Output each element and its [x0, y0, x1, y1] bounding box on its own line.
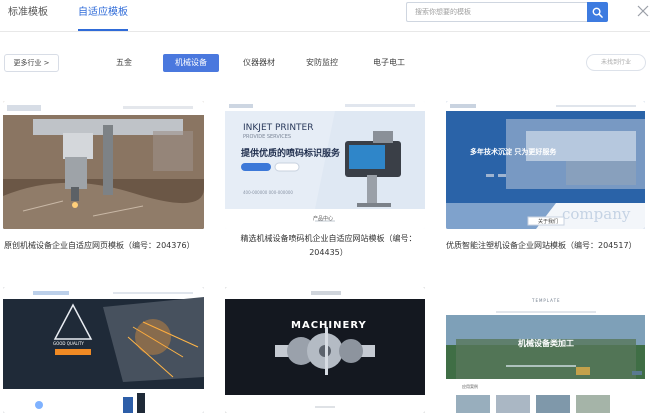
preview-phone: 400-000000 000-000000	[243, 190, 293, 195]
template-preview[interactable]: 多年技术沉淀 只为更好服务 company 关于我们	[446, 101, 645, 229]
template-preview[interactable]: INKJET PRINTER PROVIDE SERVICES 提供优质的喷码标…	[225, 101, 425, 229]
preview-headline: 提供优质的喷码标识服务	[241, 149, 341, 159]
tab-standard-templates[interactable]: 标准模板	[8, 7, 48, 31]
search-input[interactable]	[406, 2, 587, 22]
category-hardware[interactable]: 五金	[104, 54, 144, 72]
search-button[interactable]	[587, 2, 608, 22]
more-industries-button[interactable]: 更多行业 >	[4, 54, 59, 72]
preview-headline: MACHINERY	[291, 320, 367, 331]
preview-brand: TEMPLATE	[532, 298, 561, 303]
category-instruments[interactable]: 仪器器材	[231, 54, 287, 72]
preview-heading-en: INKJET PRINTER	[243, 123, 314, 133]
category-security[interactable]: 安防监控	[294, 54, 350, 72]
category-electrical[interactable]: 电子电工	[358, 54, 420, 72]
tab-responsive-templates[interactable]: 自适应模板	[78, 7, 128, 31]
template-preview[interactable]: GOOD QUALITY	[3, 287, 204, 413]
top-tab-bar: 标准模板 自适应模板	[0, 0, 650, 32]
template-title[interactable]: 原创机械设备企业自适应网页模板（编号：204376）	[4, 239, 218, 253]
template-title[interactable]: 精选机械设备喷码机企业自适应网站模板（编号：204435）	[231, 232, 426, 260]
template-preview[interactable]	[3, 101, 204, 229]
industry-not-found-button[interactable]: 未找到行业	[586, 54, 646, 71]
preview-watermark: company	[562, 205, 631, 223]
preview-section-label: 产品中心	[313, 216, 334, 222]
preview-headline: 机械设备类加工	[518, 339, 574, 348]
category-machinery[interactable]: 机械设备	[163, 54, 219, 72]
template-title[interactable]: 优质智能注塑机设备企业网站模板（编号：204517）	[446, 239, 650, 253]
template-preview[interactable]: MACHINERY	[225, 287, 425, 413]
preview-tagline: GOOD QUALITY	[53, 341, 84, 346]
preview-headline: 多年技术沉淀 只为更好服务	[470, 148, 557, 156]
search-bar	[406, 2, 608, 22]
category-filter-row: 更多行业 > 五金 机械设备 仪器器材 安防监控 电子电工 未找到行业	[0, 48, 650, 78]
close-icon[interactable]	[636, 4, 650, 18]
preview-subheading-en: PROVIDE SERVICES	[243, 134, 292, 140]
search-icon	[592, 7, 603, 18]
preview-section-label: 应用案例	[462, 384, 478, 389]
template-preview[interactable]: TEMPLATE 机械设备类加工 应用案例	[446, 287, 645, 413]
preview-about-label: 关于我们	[538, 219, 559, 225]
